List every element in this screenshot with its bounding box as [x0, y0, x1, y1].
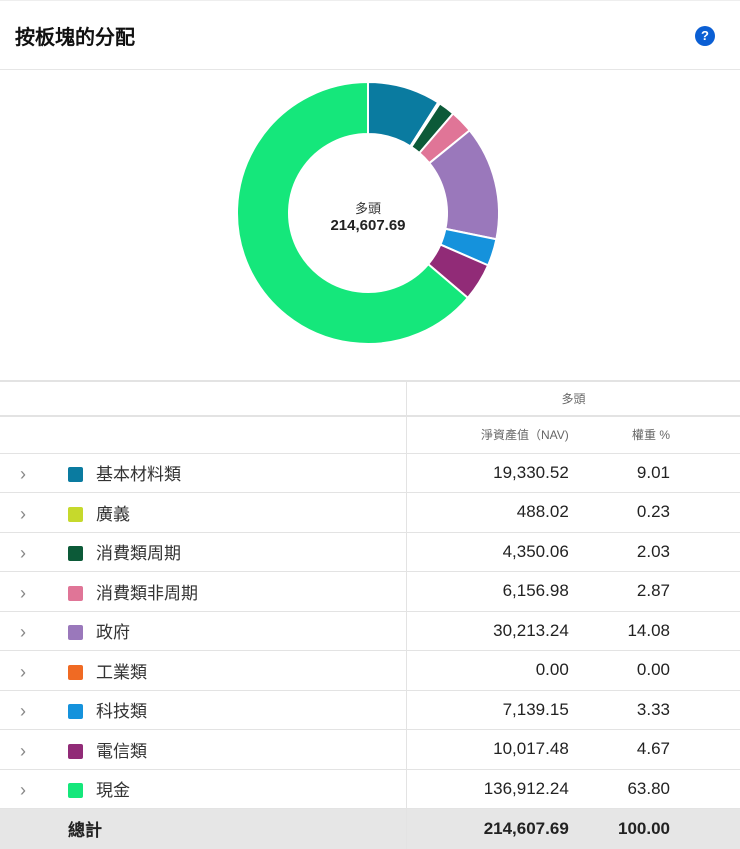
donut-center-value: 214,607.69	[330, 217, 406, 234]
legend-swatch	[68, 743, 83, 759]
row-weight: 0.23	[568, 492, 740, 532]
table-row[interactable]: › 電信類 10,017.48 4.67	[0, 729, 740, 769]
legend-swatch	[68, 783, 83, 799]
chevron-right-icon[interactable]: ›	[0, 662, 30, 683]
row-weight: 2.03	[568, 531, 740, 572]
table-row[interactable]: › 消費類非周期 6,156.98 2.87	[0, 571, 740, 611]
panel-header: 按板塊的分配 ?	[0, 0, 740, 70]
row-nav: 30,213.24	[405, 610, 569, 651]
row-weight: 4.67	[568, 729, 740, 769]
row-weight: 14.08	[568, 610, 740, 651]
row-weight: 9.01	[568, 452, 740, 493]
column-header-row: 淨資產值（NAV) 權重 %	[0, 415, 740, 453]
panel-title: 按板塊的分配	[15, 27, 135, 49]
group-header-long: 多頭	[405, 380, 740, 416]
table-row[interactable]: › 消費類周期 4,350.06 2.03	[0, 531, 740, 572]
row-label: 政府	[96, 623, 130, 643]
legend-swatch	[68, 664, 83, 680]
table-row[interactable]: › 現金 136,912.24 63.80	[0, 768, 740, 809]
chevron-right-icon[interactable]: ›	[0, 543, 30, 564]
help-icon[interactable]: ?	[695, 26, 715, 46]
legend-swatch	[68, 704, 83, 720]
legend-swatch	[68, 546, 83, 562]
row-weight: 63.80	[568, 768, 740, 809]
table-row[interactable]: › 基本材料類 19,330.52 9.01	[0, 452, 740, 493]
row-nav: 488.02	[405, 492, 569, 532]
row-label: 消費類非周期	[96, 583, 198, 603]
donut-center-label: 多頭	[354, 201, 381, 216]
legend-swatch	[68, 585, 83, 601]
row-weight: 2.87	[568, 571, 740, 611]
table-row[interactable]: › 工業類 0.00 0.00	[0, 650, 740, 690]
table-row[interactable]: › 廣義 488.02 0.23	[0, 492, 740, 532]
row-label: 廣義	[96, 504, 130, 524]
table-row[interactable]: › 科技類 7,139.15 3.33	[0, 689, 740, 730]
chevron-right-icon[interactable]: ›	[0, 622, 30, 643]
row-nav: 19,330.52	[405, 452, 569, 493]
chevron-right-icon[interactable]: ›	[0, 464, 30, 485]
row-label: 科技類	[96, 702, 147, 722]
total-weight: 100.00	[568, 808, 740, 849]
row-nav: 4,350.06	[405, 531, 569, 572]
total-label: 總計	[0, 808, 407, 849]
group-header-row: 多頭	[0, 380, 740, 416]
row-weight: 3.33	[568, 689, 740, 730]
column-header-weight[interactable]: 權重 %	[568, 415, 740, 453]
row-nav: 6,156.98	[405, 571, 569, 611]
total-row: 總計 214,607.69 100.00	[0, 808, 740, 849]
row-nav: 10,017.48	[405, 729, 569, 769]
chevron-right-icon[interactable]: ›	[0, 741, 30, 762]
row-nav: 136,912.24	[405, 768, 569, 809]
row-label: 基本材料類	[96, 465, 181, 485]
table-row[interactable]: › 政府 30,213.24 14.08	[0, 610, 740, 651]
allocation-table: 多頭 淨資產值（NAV) 權重 % › 基本材料類 19,330.52 9.01 ›…	[0, 380, 740, 849]
chevron-right-icon[interactable]: ›	[0, 504, 30, 525]
row-nav: 0.00	[405, 650, 569, 690]
row-label: 現金	[96, 781, 130, 801]
chevron-right-icon[interactable]: ›	[0, 701, 30, 722]
column-header-nav[interactable]: 淨資產值（NAV)	[405, 415, 569, 453]
chevron-right-icon[interactable]: ›	[0, 583, 30, 604]
row-weight: 0.00	[568, 650, 740, 690]
row-label: 電信類	[96, 741, 147, 761]
total-nav: 214,607.69	[405, 808, 569, 849]
row-label: 工業類	[96, 662, 147, 682]
legend-swatch	[68, 506, 83, 522]
chevron-right-icon[interactable]: ›	[0, 780, 30, 801]
legend-swatch	[68, 625, 83, 641]
legend-swatch	[68, 467, 83, 483]
row-nav: 7,139.15	[405, 689, 569, 730]
row-label: 消費類周期	[96, 544, 181, 564]
